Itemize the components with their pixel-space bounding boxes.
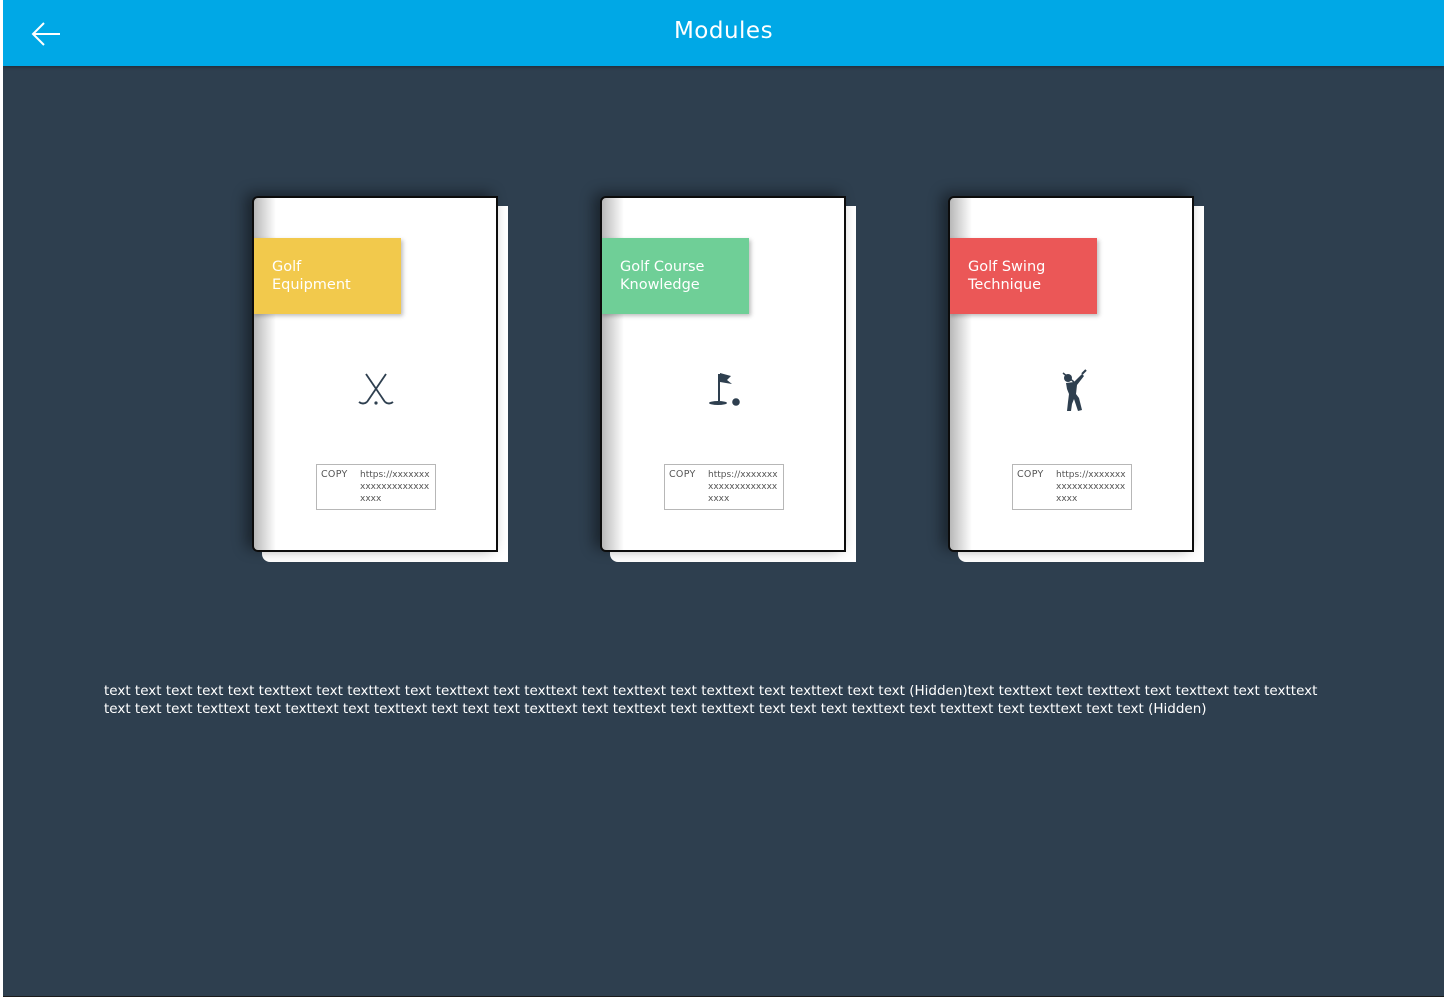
module-title-line-2: Equipment xyxy=(272,277,351,293)
module-title-line-2: Technique xyxy=(968,277,1042,293)
module-title-tag: Golf Course Knowledge xyxy=(602,238,749,314)
card-front: Golf Swing Technique COPY https://xxxxxx… xyxy=(948,196,1194,552)
module-title-tag: Golf Equipment xyxy=(254,238,401,314)
top-bar: Modules xyxy=(3,0,1444,66)
copy-button[interactable]: COPY xyxy=(321,469,348,480)
link-box: COPY https://xxxxxxxxxxxxxxxxxxxxxxxx xyxy=(664,464,784,510)
module-card-golf-swing-technique[interactable]: Golf Swing Technique COPY https://xxxxxx… xyxy=(948,196,1204,562)
copy-button[interactable]: COPY xyxy=(669,469,696,480)
module-url[interactable]: https://xxxxxxxxxxxxxxxxxxxxxxxx xyxy=(708,469,782,505)
module-title-line-1: Golf xyxy=(272,259,302,275)
golf-hole-flag-icon xyxy=(702,368,746,412)
module-url[interactable]: https://xxxxxxxxxxxxxxxxxxxxxxxx xyxy=(1056,469,1130,505)
modules-description: text text text text text texttext text t… xyxy=(104,683,1318,717)
card-front: Golf Course Knowledge COPY https://xxxxx… xyxy=(600,196,846,552)
golfer-swing-icon xyxy=(1052,368,1096,412)
module-card-golf-equipment[interactable]: Golf Equipment COPY https://xxxxxxxxxxxx… xyxy=(252,196,508,562)
module-url[interactable]: https://xxxxxxxxxxxxxxxxxxxxxxxx xyxy=(360,469,434,505)
module-card-golf-course-knowledge[interactable]: Golf Course Knowledge COPY https://xxxxx… xyxy=(600,196,856,562)
golf-clubs-icon xyxy=(354,368,398,412)
page-title: Modules xyxy=(673,18,774,44)
module-title-tag: Golf Swing Technique xyxy=(950,238,1097,314)
copy-button[interactable]: COPY xyxy=(1017,469,1044,480)
app-frame: Modules Golf Equipment COPY https://xxxx xyxy=(3,0,1444,997)
link-box: COPY https://xxxxxxxxxxxxxxxxxxxxxxxx xyxy=(316,464,436,510)
card-front: Golf Equipment COPY https://xxxxxxxxxxxx… xyxy=(252,196,498,552)
module-title-line-2: Knowledge xyxy=(620,277,700,293)
link-box: COPY https://xxxxxxxxxxxxxxxxxxxxxxxx xyxy=(1012,464,1132,510)
module-title-line-1: Golf Course xyxy=(620,259,705,275)
module-title-line-1: Golf Swing xyxy=(968,259,1046,275)
